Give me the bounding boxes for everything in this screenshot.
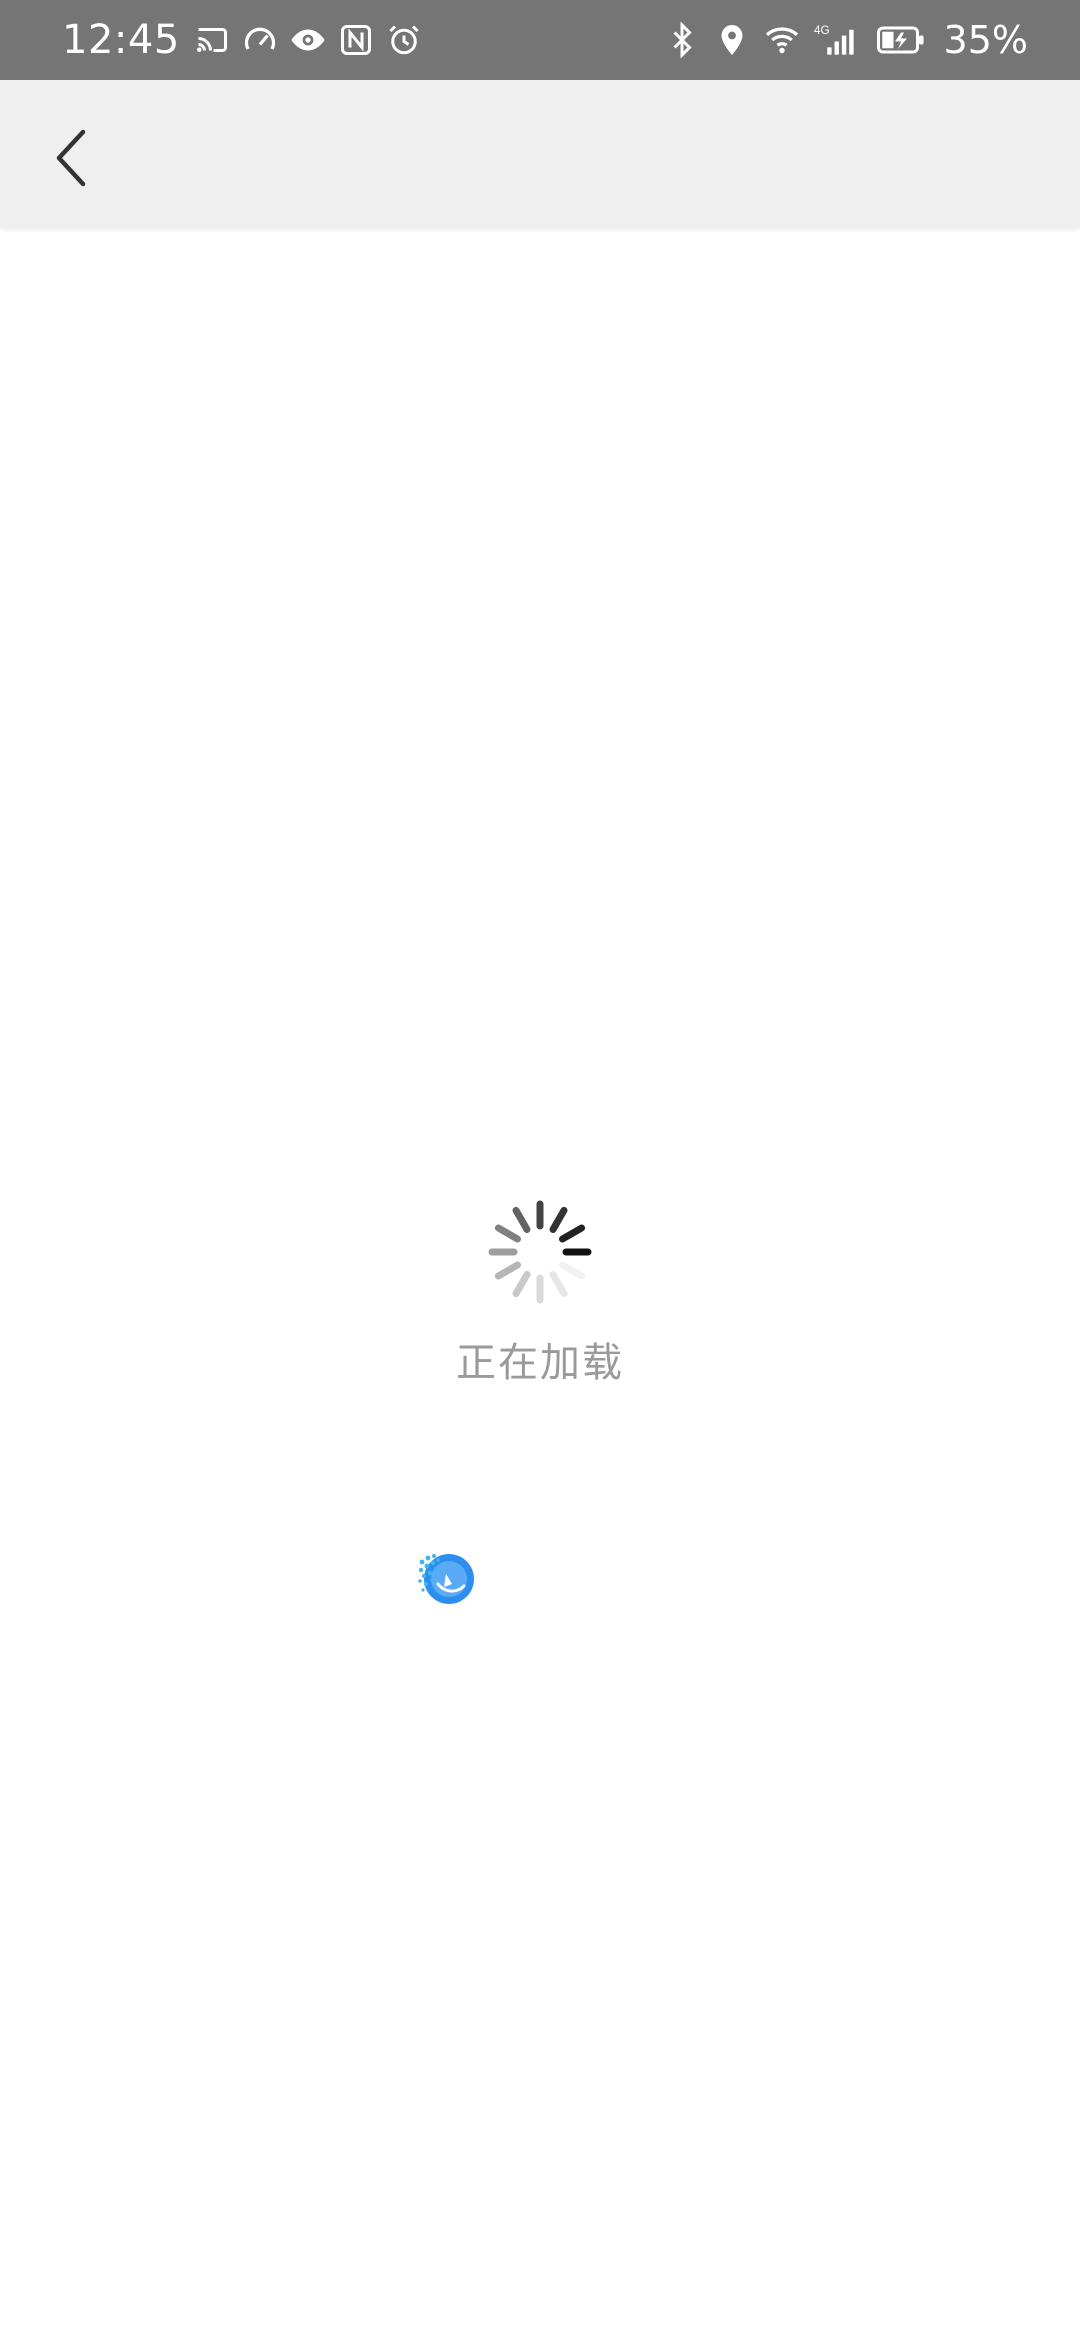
eye-icon (291, 29, 325, 51)
alarm-icon (389, 25, 419, 55)
app-logo-icon (418, 1554, 474, 1604)
speedometer-icon (244, 27, 275, 50)
svg-text:4G: 4G (814, 24, 830, 37)
signal-4g-icon: 4G (814, 24, 854, 55)
wifi-icon (765, 27, 798, 54)
chevron-left-icon (56, 129, 86, 187)
status-icons-left (194, 22, 422, 58)
status-right: 4G 35% (664, 0, 1028, 80)
status-bar: 12:45 4G 35% (0, 0, 1080, 80)
cast-icon (196, 28, 227, 52)
app-bar (0, 80, 1080, 228)
location-icon (721, 25, 743, 55)
status-left: 12:45 (62, 0, 422, 80)
battery-percent: 35% (943, 18, 1028, 62)
battery-charging-icon (876, 26, 924, 54)
bluetooth-icon (672, 22, 692, 58)
back-button[interactable] (28, 114, 116, 202)
loading-spinner-icon (488, 1200, 592, 1304)
status-time: 12:45 (62, 17, 180, 63)
nfc-icon (340, 25, 371, 55)
loading-text: 正在加载 (456, 1340, 624, 1386)
